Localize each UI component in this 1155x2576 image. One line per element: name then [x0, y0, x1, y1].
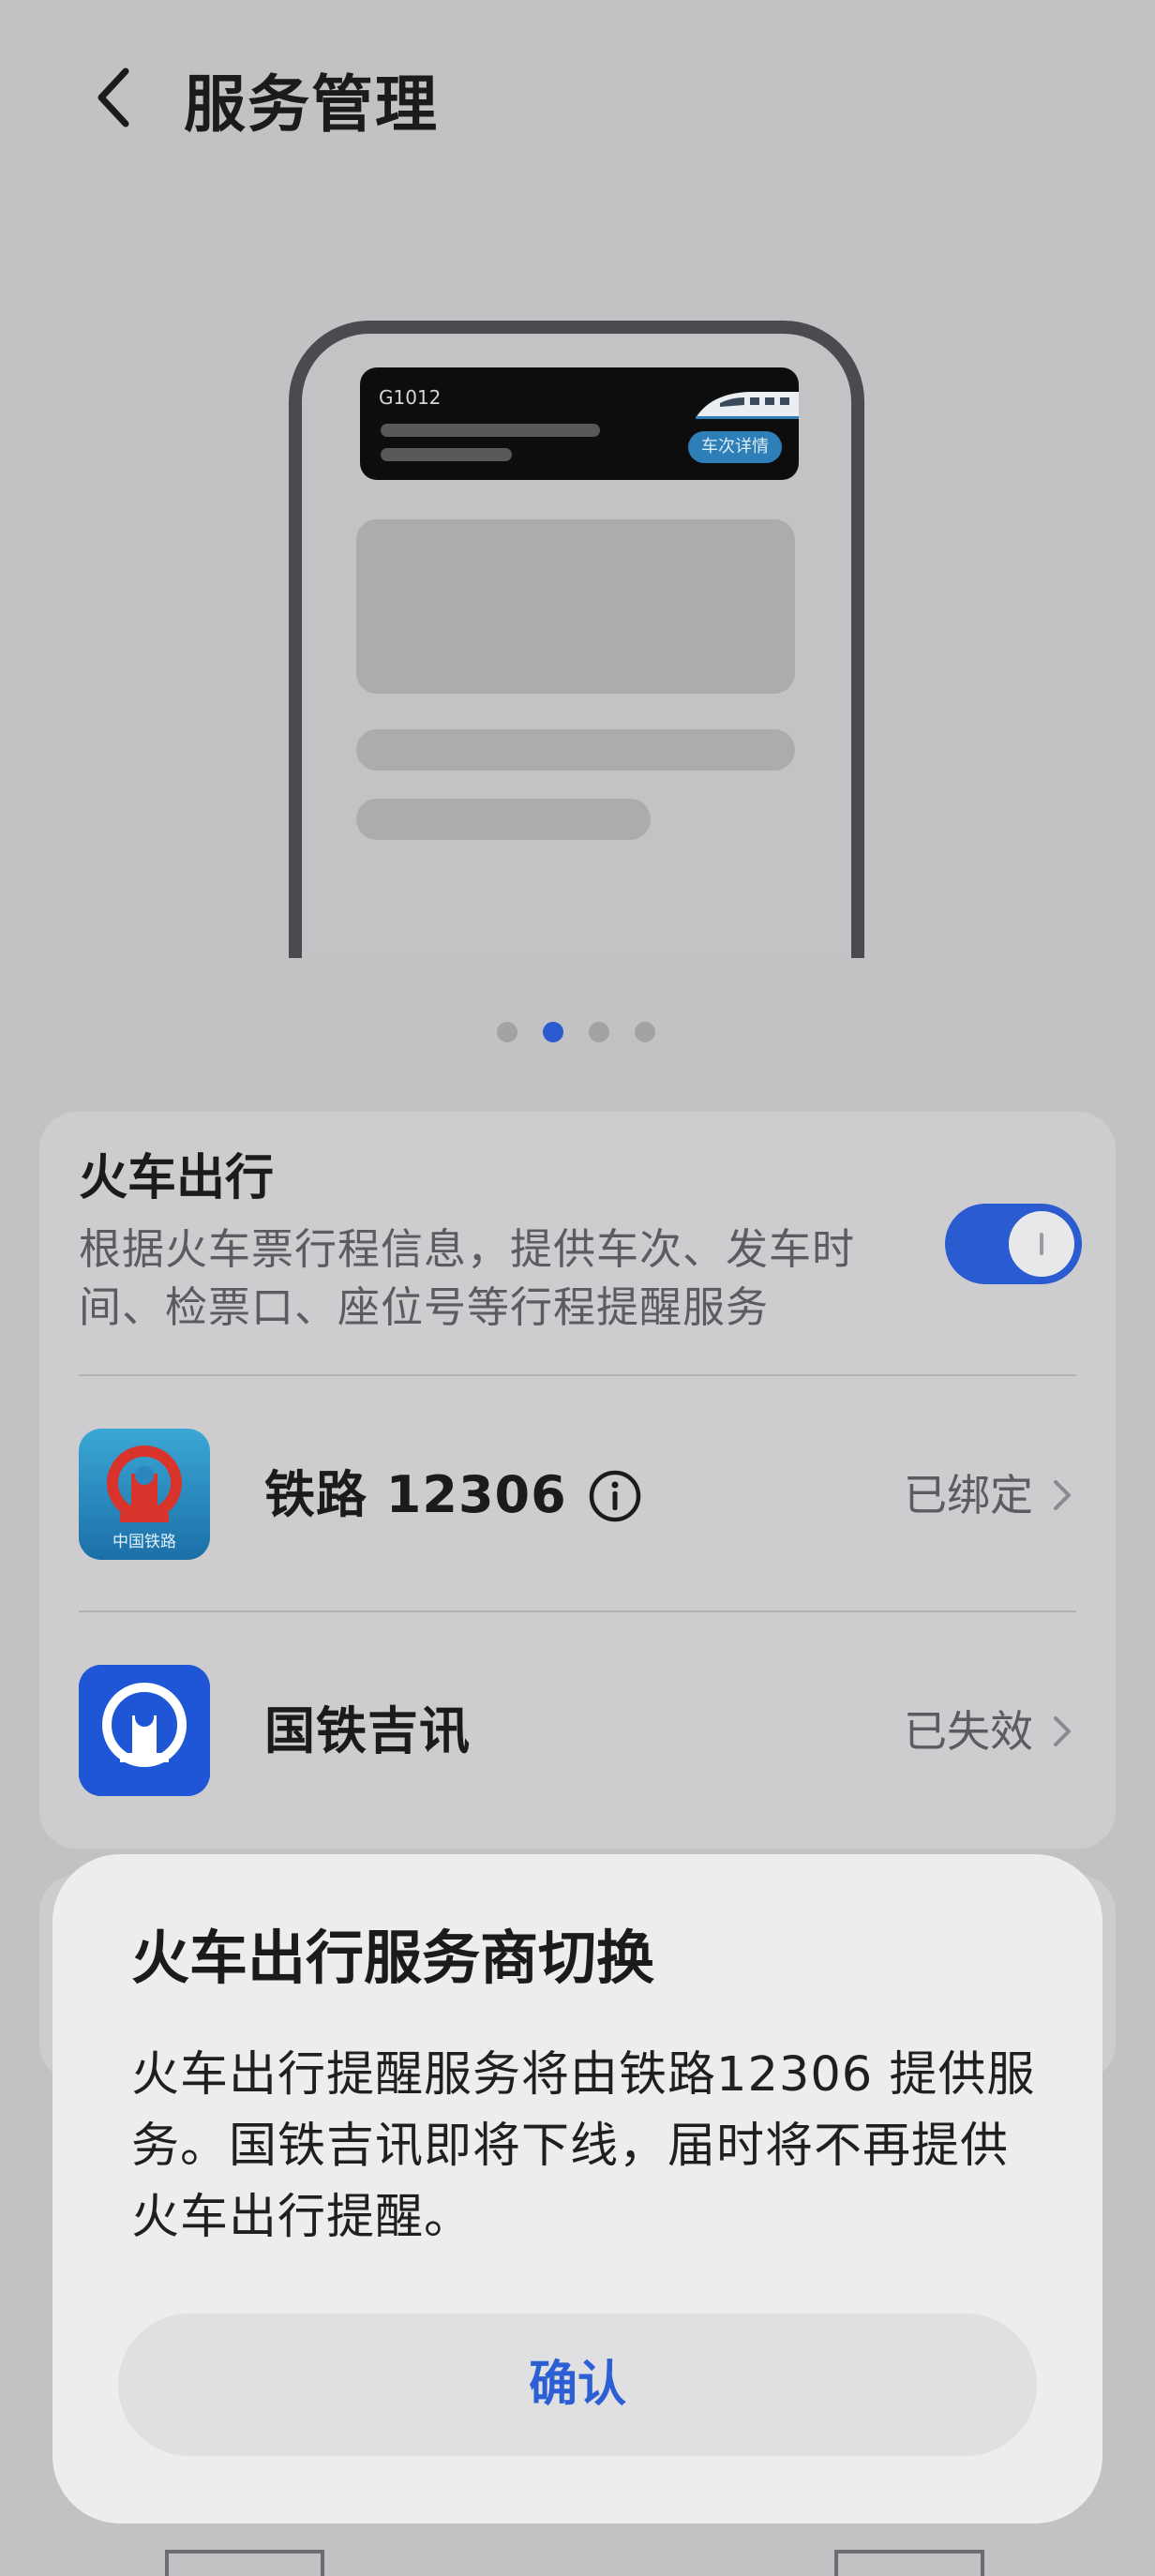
- train-icon: [696, 392, 799, 419]
- placeholder-card: [356, 519, 795, 694]
- service-toggle[interactable]: [945, 1204, 1082, 1284]
- train-code: G1012: [379, 386, 442, 409]
- provider-status-guotie[interactable]: 已失效: [904, 1699, 1074, 1764]
- dialog-message: 火车出行提醒服务将由铁路12306 提供服务。国铁吉讯即将下线，届时将不再提供火…: [131, 2047, 1036, 2245]
- placeholder-line: [381, 448, 512, 461]
- live-window-preview: G1012 车次详情: [360, 367, 799, 480]
- background-fragment: [165, 2550, 324, 2576]
- service-description: 根据火车票行程信息，提供车次、发车时间、检票口、座位号等行程提醒服务: [79, 1224, 856, 1332]
- placeholder-bar: [356, 729, 795, 771]
- top-bar: 服务管理: [0, 37, 1155, 150]
- confirm-button[interactable]: 确认: [118, 2314, 1037, 2456]
- status-label: 已失效: [904, 1706, 1033, 1757]
- toggle-knob: [1009, 1211, 1074, 1277]
- divider: [79, 1374, 1076, 1376]
- page-dot[interactable]: [497, 1022, 518, 1042]
- dialog-title: 火车出行服务商切换: [131, 1924, 655, 1992]
- provider-status-12306[interactable]: 已绑定: [904, 1462, 1074, 1528]
- chevron-right-icon: [1054, 1480, 1071, 1510]
- provider-name-guotie: 国铁吉讯: [264, 1701, 471, 1760]
- info-icon[interactable]: [587, 1468, 643, 1524]
- service-title: 火车出行: [79, 1150, 275, 1206]
- background-fragment: [834, 2550, 984, 2576]
- provider-name-12306: 铁路 12306: [264, 1465, 567, 1524]
- page-dot-active[interactable]: [543, 1022, 563, 1042]
- icon-caption: 中国铁路: [112, 1533, 176, 1551]
- placeholder-bar: [356, 799, 651, 840]
- page-title: 服务管理: [184, 68, 439, 141]
- china-railway-icon[interactable]: 中国铁路: [79, 1429, 210, 1560]
- back-button[interactable]: [84, 60, 150, 135]
- page-indicator[interactable]: [497, 1022, 655, 1042]
- page-dot[interactable]: [589, 1022, 609, 1042]
- chevron-right-icon: [1054, 1716, 1071, 1746]
- back-arrow-icon: [98, 67, 129, 127]
- divider: [79, 1610, 1076, 1612]
- train-details-button: 车次详情: [688, 431, 782, 463]
- status-label: 已绑定: [904, 1470, 1033, 1520]
- switch-provider-dialog: 火车出行服务商切换 火车出行提醒服务将由铁路12306 提供服务。国铁吉讯即将下…: [52, 1854, 1102, 2524]
- placeholder-line: [381, 424, 600, 437]
- railway-logo-icon[interactable]: [79, 1665, 210, 1796]
- page-dot[interactable]: [635, 1022, 655, 1042]
